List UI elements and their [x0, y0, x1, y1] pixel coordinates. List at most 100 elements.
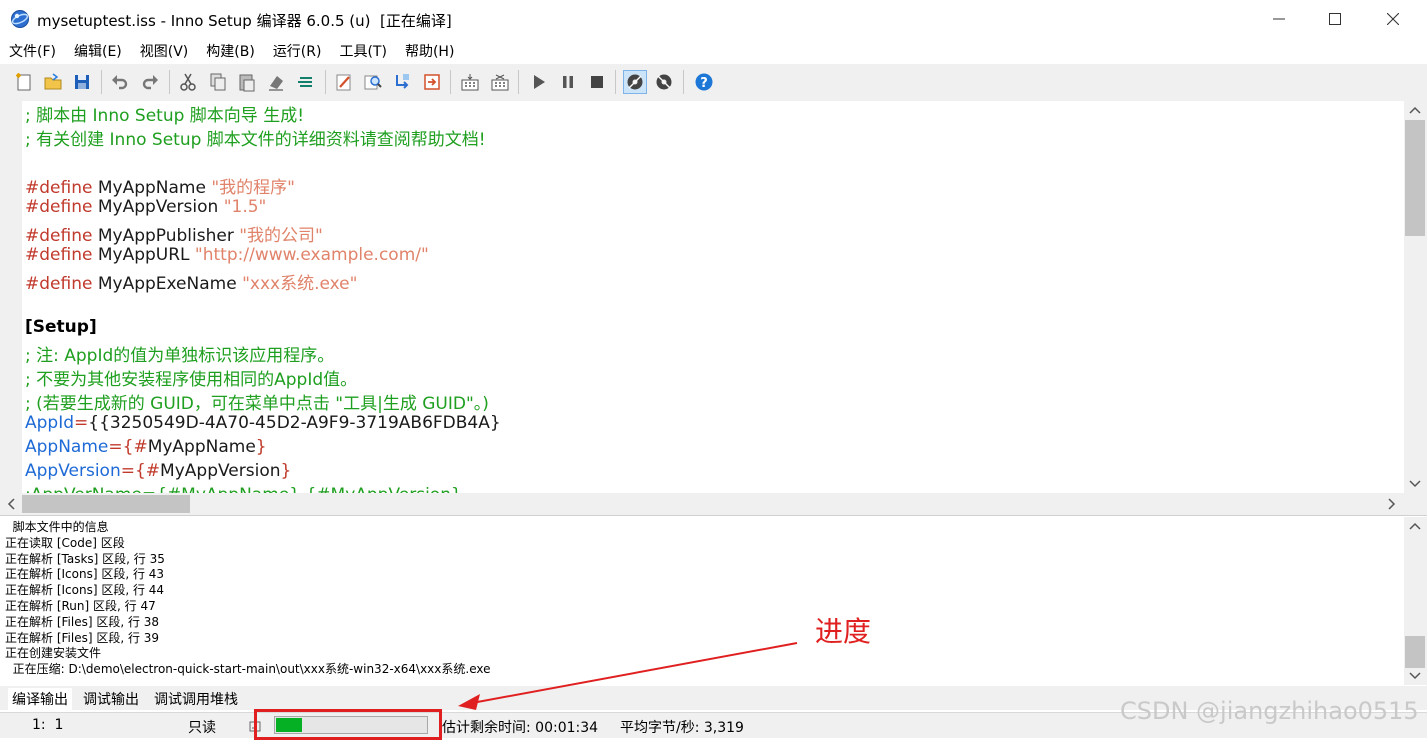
log-line: 正在创建安装文件 [5, 646, 102, 661]
compile-button[interactable] [332, 70, 356, 94]
copy-button[interactable] [206, 70, 230, 94]
code-token: MyAppExeName [92, 274, 243, 294]
tab-debug-call-stack[interactable]: 调试调用堆栈 [150, 688, 242, 710]
scroll-right-icon[interactable] [1386, 497, 1398, 511]
code-line: AppVersion={#MyAppVersion} [25, 461, 291, 485]
find-button[interactable] [361, 70, 385, 94]
run-icon [534, 75, 545, 89]
tab-alt-button[interactable] [488, 70, 512, 94]
editor-horizontal-scrollbar[interactable] [0, 493, 1427, 515]
code-line: AppId={{3250549D-4A70-45D2-A9F9-3719AB6F… [25, 413, 501, 437]
code-line: #define MyAppURL "http://www.example.com… [25, 245, 429, 269]
code-token: {{3250549D-4A70-45D2-A9F9-3719AB6FDB4A} [88, 413, 501, 433]
code-token: AppId [25, 413, 75, 433]
new-button[interactable] [12, 70, 36, 94]
code-token: "我的程序" [211, 178, 295, 198]
help-button[interactable]: ? [692, 70, 716, 94]
editor-vertical-scroll-thumb[interactable] [1405, 120, 1425, 236]
code-token: #define [25, 178, 93, 198]
toolbar-separator [450, 70, 451, 94]
scroll-up-icon[interactable] [1408, 104, 1422, 116]
open-icon [44, 73, 62, 90]
code-token: {# [134, 461, 161, 481]
undo-button[interactable] [108, 70, 132, 94]
pause-icon [563, 76, 573, 88]
log-scroll-down-icon[interactable] [1408, 670, 1422, 682]
annotation-arrow [458, 642, 798, 710]
minimize-button[interactable] [1256, 0, 1302, 38]
replace-button[interactable] [390, 70, 414, 94]
cut-button[interactable] [176, 70, 200, 94]
redo-button[interactable] [138, 70, 162, 94]
code-token: MyAppURL [92, 245, 195, 265]
code-token: #define [25, 197, 93, 217]
annotation-label: 进度 [815, 615, 872, 648]
delete-button[interactable] [264, 70, 288, 94]
log-scroll-up-icon[interactable] [1408, 520, 1422, 532]
target-uninstall-button[interactable] [623, 70, 647, 94]
code-token: } [255, 437, 267, 457]
target-setup-button[interactable] [652, 70, 676, 94]
code-token: MyAppName [147, 437, 256, 457]
editor-horizontal-scroll-thumb[interactable] [22, 495, 190, 513]
minimize-icon [1273, 18, 1285, 20]
close-icon [1387, 13, 1399, 25]
code-token: AppName [25, 437, 109, 457]
code-line: ; (若要生成新的 GUID，可在菜单中点击 "工具|生成 GUID"。) [25, 389, 489, 414]
code-token: AppVersion [25, 461, 121, 481]
save-icon [75, 75, 89, 89]
pause-button[interactable] [556, 70, 580, 94]
goto-button[interactable] [420, 70, 444, 94]
code-token: "http://www.example.com/" [194, 245, 429, 265]
run-button[interactable] [527, 70, 551, 94]
redo-icon [142, 75, 158, 90]
find-icon [364, 75, 382, 90]
watermark: CSDN @jiangzhihao0515 [1120, 697, 1419, 725]
code-token: ; (若要生成新的 GUID，可在菜单中点击 "工具|生成 GUID"。) [25, 394, 489, 414]
code-line: ; 有关创建 Inno Setup 脚本文件的详细资料请查阅帮助文档! [25, 125, 486, 150]
menu-tools[interactable]: 工具(T) [330, 38, 395, 64]
delete-icon [269, 76, 283, 91]
code-line: ; 脚本由 Inno Setup 脚本向导 生成! [25, 101, 304, 126]
svg-text:?: ? [700, 76, 708, 91]
open-button[interactable] [41, 70, 65, 94]
toolbar-separator [615, 70, 616, 94]
code-line: #define MyAppExeName "xxx系统.exe" [25, 269, 357, 294]
code-token: MyAppName [92, 178, 212, 198]
cursor-position: 1: 1 [32, 717, 64, 733]
scroll-left-icon[interactable] [5, 497, 17, 511]
log-line: 正在解析 [Tasks] 区段, 行 35 [5, 551, 165, 566]
menu-view[interactable]: 视图(V) [131, 38, 198, 64]
tab-button[interactable] [458, 70, 482, 94]
code-token: {# [122, 437, 148, 457]
select-all-button[interactable] [294, 70, 318, 94]
menu-help[interactable]: 帮助(H) [396, 38, 463, 64]
code-line: ; 注: AppId的值为单独标识该应用程序。 [25, 341, 334, 366]
log-scroll-thumb[interactable] [1405, 636, 1425, 668]
code-token: #define [25, 274, 93, 294]
tab-compiler-output[interactable]: 编译输出 [8, 688, 72, 710]
toolbar-separator [518, 70, 519, 94]
stop-button[interactable] [585, 70, 609, 94]
log-line: 脚本文件中的信息 [5, 520, 109, 534]
log-line: 正在压缩: D:\demo\electron-quick-start-main\… [5, 662, 491, 677]
replace-icon [396, 74, 409, 89]
menu-edit[interactable]: 编辑(E) [65, 38, 131, 64]
code-line: #define MyAppPublisher "我的公司" [25, 221, 323, 246]
code-token: #define [25, 226, 93, 246]
paste-button[interactable] [235, 70, 259, 94]
stop-icon [591, 76, 603, 88]
code-token: "1.5" [223, 197, 267, 217]
maximize-button[interactable] [1312, 0, 1358, 38]
close-button[interactable] [1370, 0, 1416, 38]
menu-build[interactable]: 构建(B) [197, 38, 264, 64]
toolbar-separator [683, 70, 684, 94]
tab-debug-output[interactable]: 调试输出 [79, 688, 143, 710]
code-token: ; 不要为其他安装程序使用相同的AppId值。 [25, 370, 358, 390]
code-token: = [74, 413, 89, 433]
menu-run[interactable]: 运行(R) [264, 38, 331, 64]
menu-file[interactable]: 文件(F) [0, 38, 65, 64]
tab-icon [461, 74, 479, 91]
scroll-down-icon[interactable] [1408, 478, 1422, 490]
save-button[interactable] [70, 70, 94, 94]
